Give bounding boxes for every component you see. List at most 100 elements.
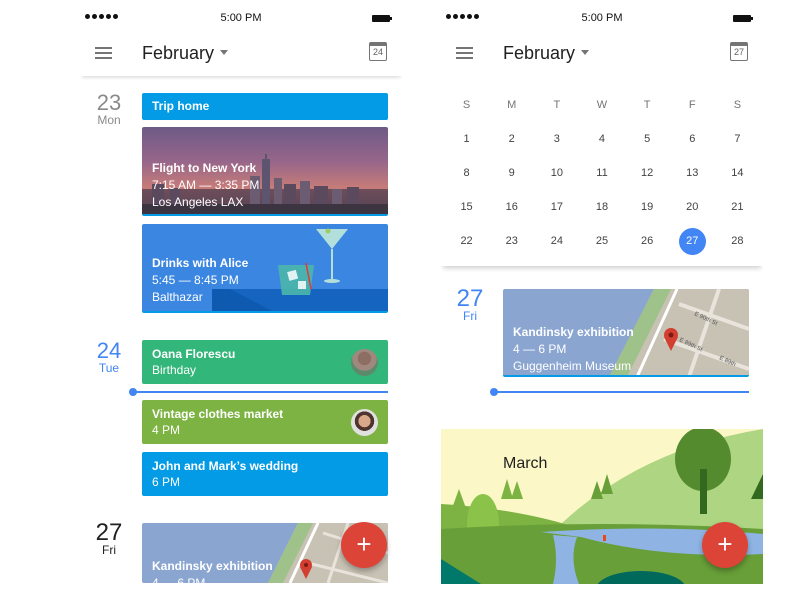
date-cell-5[interactable]: 5 bbox=[625, 126, 670, 152]
date-number: 19 bbox=[641, 201, 654, 213]
today-calendar-icon[interactable]: 24 bbox=[369, 42, 387, 61]
event-title: Flight to New York bbox=[152, 161, 257, 175]
event-john-and-marks-wedding[interactable]: John and Mark’s wedding 6 PM bbox=[142, 452, 388, 496]
battery-icon bbox=[733, 15, 753, 22]
add-event-button[interactable]: + bbox=[702, 522, 748, 568]
event-time: 4 — 6 PM bbox=[513, 342, 567, 356]
date-number: 1 bbox=[463, 133, 470, 145]
date-number: 14 bbox=[731, 167, 744, 179]
date-cell-10[interactable]: 10 bbox=[534, 160, 579, 186]
date-number: 2 bbox=[508, 133, 515, 145]
event-time: 4 — 6 PM bbox=[152, 576, 206, 583]
date-cell-26[interactable]: 26 bbox=[625, 228, 670, 254]
weekday-label: S bbox=[733, 99, 742, 111]
current-time-indicator bbox=[490, 388, 749, 396]
date-cell-22[interactable]: 22 bbox=[444, 228, 489, 254]
month-banner-title: March bbox=[503, 455, 548, 472]
date-cell-8[interactable]: 8 bbox=[444, 160, 489, 186]
date-cell-2[interactable]: 2 bbox=[489, 126, 534, 152]
date-number: 24 bbox=[550, 235, 563, 247]
month-title: February bbox=[503, 43, 576, 63]
date-cell-9[interactable]: 9 bbox=[489, 160, 534, 186]
month-title: February bbox=[142, 43, 215, 63]
menu-icon[interactable] bbox=[456, 47, 473, 61]
date-number: 4 bbox=[598, 133, 606, 145]
date-number: 21 bbox=[731, 201, 744, 213]
day-number: 27 bbox=[95, 519, 123, 546]
month-screen: 5:00 PM February 27 SMTWTFS 1 2 3 4 5 6 7 8 9 10 1… bbox=[441, 0, 763, 600]
date-cell-21[interactable]: 21 bbox=[715, 194, 760, 220]
event-kandinsky-exhibition[interactable]: E 90th St E 89th St E 89th Kandinsky exh… bbox=[503, 289, 749, 377]
event-subtitle: 6 PM bbox=[152, 475, 181, 489]
status-bar: 5:00 PM bbox=[441, 0, 763, 36]
weekday-label: M bbox=[507, 99, 517, 111]
date-number: 7 bbox=[734, 133, 741, 145]
event-details: Kandinsky exhibition 4 — 6 PM Guggenheim… bbox=[513, 325, 634, 374]
weekday-label: T bbox=[643, 99, 651, 111]
date-cell-6[interactable]: 6 bbox=[670, 126, 715, 152]
event-details: Kandinsky exhibition 4 — 6 PM bbox=[152, 559, 273, 583]
date-cell-23[interactable]: 23 bbox=[489, 228, 534, 254]
weekday-label: W bbox=[596, 99, 608, 111]
event-vintage-clothes-market[interactable]: Vintage clothes market 4 PM bbox=[142, 400, 388, 444]
date-cell-3[interactable]: 3 bbox=[534, 126, 579, 152]
month-selector[interactable]: February bbox=[142, 43, 229, 64]
event-trip-home[interactable]: Trip home bbox=[142, 93, 388, 120]
event-details: Flight to New York 7:15 AM — 3:35 PM Los… bbox=[152, 161, 259, 210]
event-title: Trip home bbox=[152, 99, 210, 113]
date-cell-17[interactable]: 17 bbox=[534, 194, 579, 220]
month-grid: SMTWTFS 1 2 3 4 5 6 7 8 9 10 11 12 13 14 15 16 17 18 19 20 2… bbox=[441, 86, 763, 266]
date-cell-19[interactable]: 19 bbox=[625, 194, 670, 220]
add-event-button[interactable]: + bbox=[341, 522, 387, 568]
event-oana-florescu-birthday[interactable]: Oana Florescu Birthday bbox=[142, 340, 388, 384]
week-row: 15 16 17 18 19 20 21 bbox=[444, 194, 760, 220]
date-number: 13 bbox=[686, 167, 699, 179]
date-number: 16 bbox=[505, 201, 518, 213]
date-cell-15[interactable]: 15 bbox=[444, 194, 489, 220]
today-calendar-icon[interactable]: 27 bbox=[730, 42, 748, 61]
date-cell-4[interactable]: 4 bbox=[579, 126, 624, 152]
date-number: 10 bbox=[550, 167, 563, 179]
date-cell-14[interactable]: 14 bbox=[715, 160, 760, 186]
schedule-screen: 5:00 PM February 24 23 Mon Trip home Fli… bbox=[80, 0, 402, 600]
week-row: 1 2 3 4 5 6 7 bbox=[444, 126, 760, 152]
event-title: Kandinsky exhibition bbox=[152, 559, 273, 573]
date-cell-13[interactable]: 13 bbox=[670, 160, 715, 186]
cocktail-illustration bbox=[278, 228, 348, 295]
current-time-dot bbox=[490, 388, 498, 396]
event-drinks-with-alice[interactable]: Drinks with Alice 5:45 — 8:45 PM Balthaz… bbox=[142, 224, 388, 313]
date-cell-18[interactable]: 18 bbox=[579, 194, 624, 220]
date-number: 5 bbox=[644, 133, 651, 145]
date-cell-16[interactable]: 16 bbox=[489, 194, 534, 220]
date-number: 25 bbox=[595, 235, 609, 247]
current-time-dot bbox=[129, 388, 137, 396]
date-cell-12[interactable]: 12 bbox=[625, 160, 670, 186]
event-title: Kandinsky exhibition bbox=[513, 325, 634, 339]
date-number: 20 bbox=[686, 201, 699, 213]
date-cell-25[interactable]: 25 bbox=[579, 228, 624, 254]
event-title: John and Mark’s wedding bbox=[152, 459, 299, 473]
event-flight-to-new-york[interactable]: Flight to New York 7:15 AM — 3:35 PM Los… bbox=[142, 127, 388, 216]
current-time-indicator bbox=[129, 388, 388, 396]
date-number: 27 bbox=[678, 228, 706, 255]
date-cell-7[interactable]: 7 bbox=[715, 126, 760, 152]
menu-icon[interactable] bbox=[95, 47, 112, 61]
date-cell-28[interactable]: 28 bbox=[715, 228, 760, 254]
date-cell-11[interactable]: 11 bbox=[579, 160, 624, 186]
date-cell-20[interactable]: 20 bbox=[670, 194, 715, 220]
event-location: Guggenheim Museum bbox=[513, 359, 632, 373]
date-cell-1[interactable]: 1 bbox=[444, 126, 489, 152]
day-label-27: 27 Fri bbox=[94, 519, 124, 557]
app-bar: February 27 bbox=[441, 36, 763, 76]
caret-up-icon bbox=[581, 49, 590, 55]
event-title: Drinks with Alice bbox=[152, 256, 249, 270]
weekday-label: S bbox=[462, 99, 471, 111]
event-title: Vintage clothes market bbox=[152, 407, 284, 421]
date-number: 15 bbox=[460, 201, 473, 213]
day-number: 24 bbox=[96, 338, 122, 363]
month-selector[interactable]: February bbox=[503, 43, 590, 64]
date-cell-27[interactable]: 27 bbox=[670, 228, 715, 255]
date-cell-24[interactable]: 24 bbox=[534, 228, 579, 254]
weekday-label: F bbox=[688, 99, 696, 111]
event-time: 5:45 — 8:45 PM bbox=[152, 273, 239, 287]
